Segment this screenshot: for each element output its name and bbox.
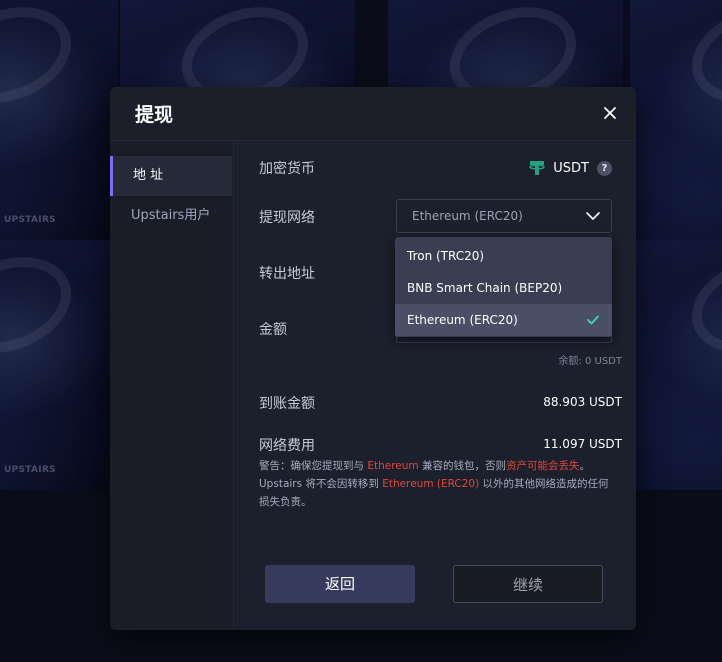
network-option-trc20[interactable]: Tron (TRC20) <box>395 240 612 272</box>
received-value: 88.903 USDT <box>543 395 622 409</box>
modal-title: 提现 <box>135 104 174 126</box>
address-label: 转出地址 <box>259 266 315 282</box>
option-label: Ethereum (ERC20) <box>407 313 518 327</box>
sidebar-item-label: Upstairs用户 <box>131 208 211 223</box>
received-label: 到账金额 <box>259 396 315 412</box>
network-option-bep20[interactable]: BNB Smart Chain (BEP20) <box>395 272 612 304</box>
network-select[interactable]: Ethereum (ERC20) <box>396 199 612 233</box>
balance-text: 余额: 0 USDT <box>558 356 622 367</box>
withdraw-modal: 提现 地 址 Upstairs用户 加密货币 USDT ? 提现网络 Ether… <box>110 87 636 630</box>
option-label: Tron (TRC20) <box>407 249 485 263</box>
fee-label: 网络费用 <box>259 438 315 454</box>
network-option-erc20[interactable]: Ethereum (ERC20) <box>395 304 612 336</box>
currency-value: USDT <box>553 160 589 176</box>
check-icon <box>587 315 599 325</box>
withdraw-form: 加密货币 USDT ? 提现网络 Ethereum (ERC20) 转出地址 金… <box>233 141 636 630</box>
fee-value: 11.097 USDT <box>543 437 622 451</box>
tether-icon <box>529 161 545 175</box>
help-icon[interactable]: ? <box>597 160 612 176</box>
sidebar: 地 址 Upstairs用户 <box>110 141 232 630</box>
sidebar-item-address[interactable]: 地 址 <box>110 156 232 196</box>
sidebar-item-upstairs-user[interactable]: Upstairs用户 <box>110 196 232 236</box>
amount-label: 金额 <box>259 322 287 338</box>
back-button[interactable]: 返回 <box>265 565 415 603</box>
currency-label: 加密货币 <box>259 161 315 177</box>
currency-display: USDT ? <box>527 158 612 178</box>
continue-button[interactable]: 继续 <box>453 565 603 603</box>
warning-text: 警告：确保您提现到与 Ethereum 兼容的钱包，否则资产可能会丢失。 Ups… <box>259 460 609 508</box>
network-label: 提现网络 <box>259 210 315 226</box>
modal-header: 提现 <box>110 87 636 141</box>
close-icon[interactable] <box>601 104 619 122</box>
network-select-value: Ethereum (ERC20) <box>412 209 523 223</box>
chevron-down-icon <box>586 212 600 220</box>
option-label: BNB Smart Chain (BEP20) <box>407 281 563 295</box>
network-dropdown: Tron (TRC20) BNB Smart Chain (BEP20) Eth… <box>395 237 612 337</box>
sidebar-item-label: 地 址 <box>133 168 164 183</box>
